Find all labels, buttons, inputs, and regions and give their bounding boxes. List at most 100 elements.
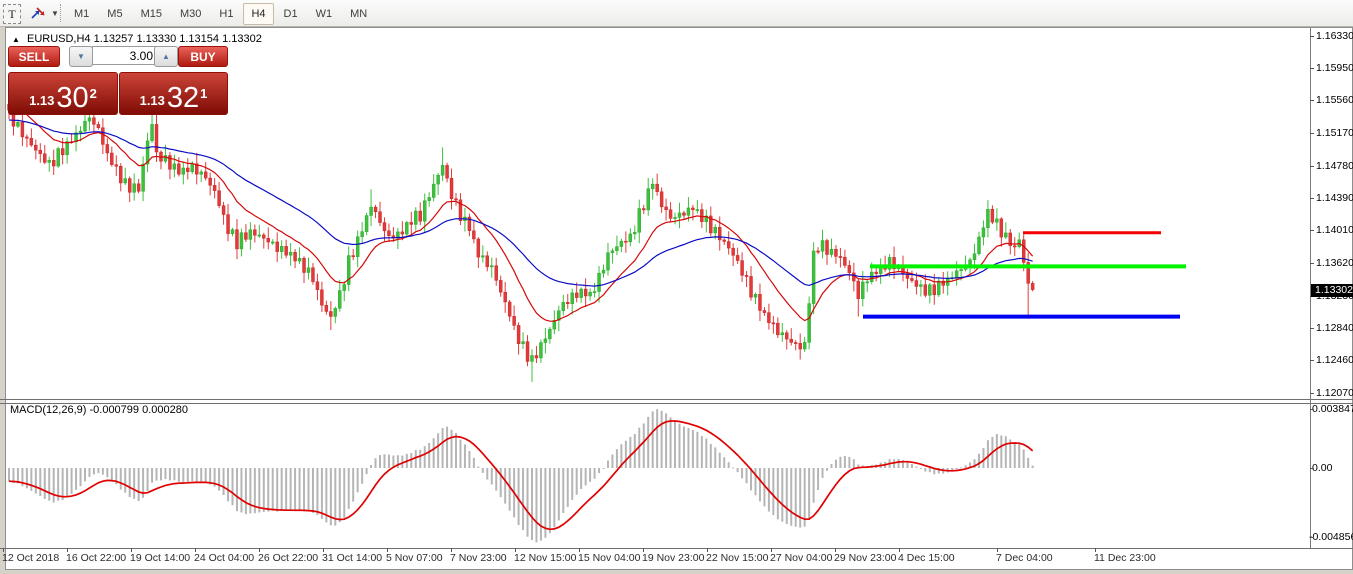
price-axis-tick [1310, 198, 1314, 199]
time-axis-label: 26 Oct 22:00 [258, 552, 318, 564]
candle-bodies [8, 104, 1035, 361]
sell-price-big: 30 [56, 85, 88, 111]
one-click-trading-panel: SELL ▼ ▲ BUY 1.13 30 2 1.13 32 1 [8, 46, 226, 110]
price-axis-tick [1310, 393, 1314, 394]
price-axis-tick [1310, 328, 1314, 329]
price-axis-tick [1310, 100, 1314, 101]
time-axis-label: 19 Nov 23:00 [642, 552, 704, 564]
macd-axis-tick [1310, 537, 1314, 538]
sell-price-main: 1.13 [29, 91, 54, 111]
sell-price-box[interactable]: 1.13 30 2 [8, 72, 118, 115]
macd-signal-line [9, 421, 1033, 529]
sell-button[interactable]: SELL [8, 46, 60, 67]
time-axis-tick [67, 548, 68, 552]
time-axis-label: 24 Oct 04:00 [194, 552, 254, 564]
time-axis-label: 19 Oct 14:00 [130, 552, 190, 564]
price-axis-label: 1.12460 [1316, 354, 1352, 366]
price-axis-tick [1310, 133, 1314, 134]
ohlc-values: 1.13257 1.13330 1.13154 1.13302 [94, 33, 262, 45]
time-axis-tick [3, 548, 4, 552]
time-axis-tick [387, 548, 388, 552]
slow-ma-line [9, 120, 1033, 286]
time-axis-label: 12 Oct 2018 [2, 552, 59, 564]
price-axis-label: 1.12840 [1316, 322, 1352, 334]
buy-button[interactable]: BUY [178, 46, 228, 67]
price-axis-label: 1.12070 [1316, 387, 1352, 399]
time-axis-tick [707, 548, 708, 552]
macd-histogram [8, 409, 1034, 542]
time-axis-label: 7 Dec 04:00 [996, 552, 1053, 564]
time-axis-tick [1095, 548, 1096, 552]
timeframe-button-mn[interactable]: MN [342, 3, 375, 25]
timeframe-buttons: M1M5M15M30H1H4D1W1MN [66, 3, 375, 23]
panel-separator-bottom[interactable] [0, 403, 1353, 404]
arrows-icon [29, 5, 47, 21]
macd-axis-tick [1310, 409, 1314, 410]
macd-axis-zero: 0.00 [1312, 462, 1352, 474]
time-axis-label: 15 Nov 04:00 [578, 552, 640, 564]
volume-input[interactable] [92, 46, 158, 65]
volume-increase-button[interactable]: ▲ [154, 46, 178, 67]
toolbar: T ▼ M1M5M15M30H1H4D1W1MN [0, 0, 1353, 27]
price-axis-label: 1.16330 [1316, 30, 1352, 42]
timeframe-button-h4[interactable]: H4 [243, 3, 273, 25]
price-axis-tick [1310, 166, 1314, 167]
chart-header: ▲ EURUSD,H4 1.13257 1.13330 1.13154 1.13… [12, 33, 262, 45]
timeframe-button-m30[interactable]: M30 [172, 3, 209, 25]
time-axis-label: 27 Nov 04:00 [770, 552, 832, 564]
macd-name: MACD(12,26,9) [10, 404, 86, 416]
time-axis-separator [0, 548, 1353, 549]
time-axis-tick [643, 548, 644, 552]
time-axis-label: 29 Nov 23:00 [834, 552, 896, 564]
time-axis-tick [771, 548, 772, 552]
price-axis-tick [1310, 263, 1314, 264]
time-axis-label: 11 Dec 23:00 [1094, 552, 1156, 564]
price-axis-tick [1310, 36, 1314, 37]
arrows-tool-button[interactable] [26, 4, 50, 22]
time-axis-tick [131, 548, 132, 552]
time-axis-label: 16 Oct 22:00 [66, 552, 126, 564]
time-axis-tick [323, 548, 324, 552]
fast-ma-line [9, 102, 1033, 322]
price-axis-label: 1.15560 [1316, 94, 1352, 106]
timeframe-button-m5[interactable]: M5 [99, 3, 130, 25]
price-axis-label: 1.14780 [1316, 160, 1352, 172]
time-axis-tick [835, 548, 836, 552]
price-axis-tick [1310, 68, 1314, 69]
timeframe-button-d1[interactable]: D1 [276, 3, 306, 25]
macd-axis-top: 0.003847 [1312, 403, 1352, 415]
price-axis-label: 1.13620 [1316, 257, 1352, 269]
price-axis-label: 1.15950 [1316, 62, 1352, 74]
time-axis-label: 7 Nov 23:00 [450, 552, 507, 564]
symbol-triangle-icon: ▲ [12, 35, 20, 44]
time-axis-tick [259, 548, 260, 552]
time-axis-label: 4 Dec 15:00 [898, 552, 955, 564]
timeframe-button-m1[interactable]: M1 [66, 3, 97, 25]
current-price-badge: 1.13302 [1311, 284, 1353, 297]
time-axis-label: 12 Nov 15:00 [514, 552, 576, 564]
time-axis-label: 5 Nov 07:00 [386, 552, 443, 564]
timeframe-button-m15[interactable]: M15 [133, 3, 170, 25]
time-axis-tick [997, 548, 998, 552]
time-axis-tick [899, 548, 900, 552]
buy-price-box[interactable]: 1.13 32 1 [119, 72, 228, 115]
buy-price-big: 32 [167, 85, 199, 111]
price-axis-label: 1.15170 [1316, 127, 1352, 139]
time-axis-tick [579, 548, 580, 552]
toolbar-grip [60, 4, 62, 22]
buy-price-sup: 1 [200, 86, 207, 101]
sell-price-sup: 2 [90, 86, 97, 101]
arrows-dropdown-caret[interactable]: ▼ [50, 4, 60, 22]
volume-decrease-button[interactable]: ▼ [69, 46, 93, 67]
timeframe-button-h1[interactable]: H1 [211, 3, 241, 25]
macd-chart-canvas[interactable] [7, 406, 1310, 548]
buy-price-main: 1.13 [140, 91, 165, 111]
price-axis-tick [1310, 230, 1314, 231]
text-tool-button[interactable]: T [3, 4, 21, 24]
panel-separator-top[interactable] [0, 399, 1353, 400]
timeframe-button-w1[interactable]: W1 [308, 3, 341, 25]
price-axis-label: 1.14010 [1316, 224, 1352, 236]
time-axis-label: 31 Oct 14:00 [322, 552, 382, 564]
symbol-period-label: EURUSD,H4 [27, 33, 91, 45]
macd-axis-bottom: -0.004856 [1309, 531, 1349, 543]
